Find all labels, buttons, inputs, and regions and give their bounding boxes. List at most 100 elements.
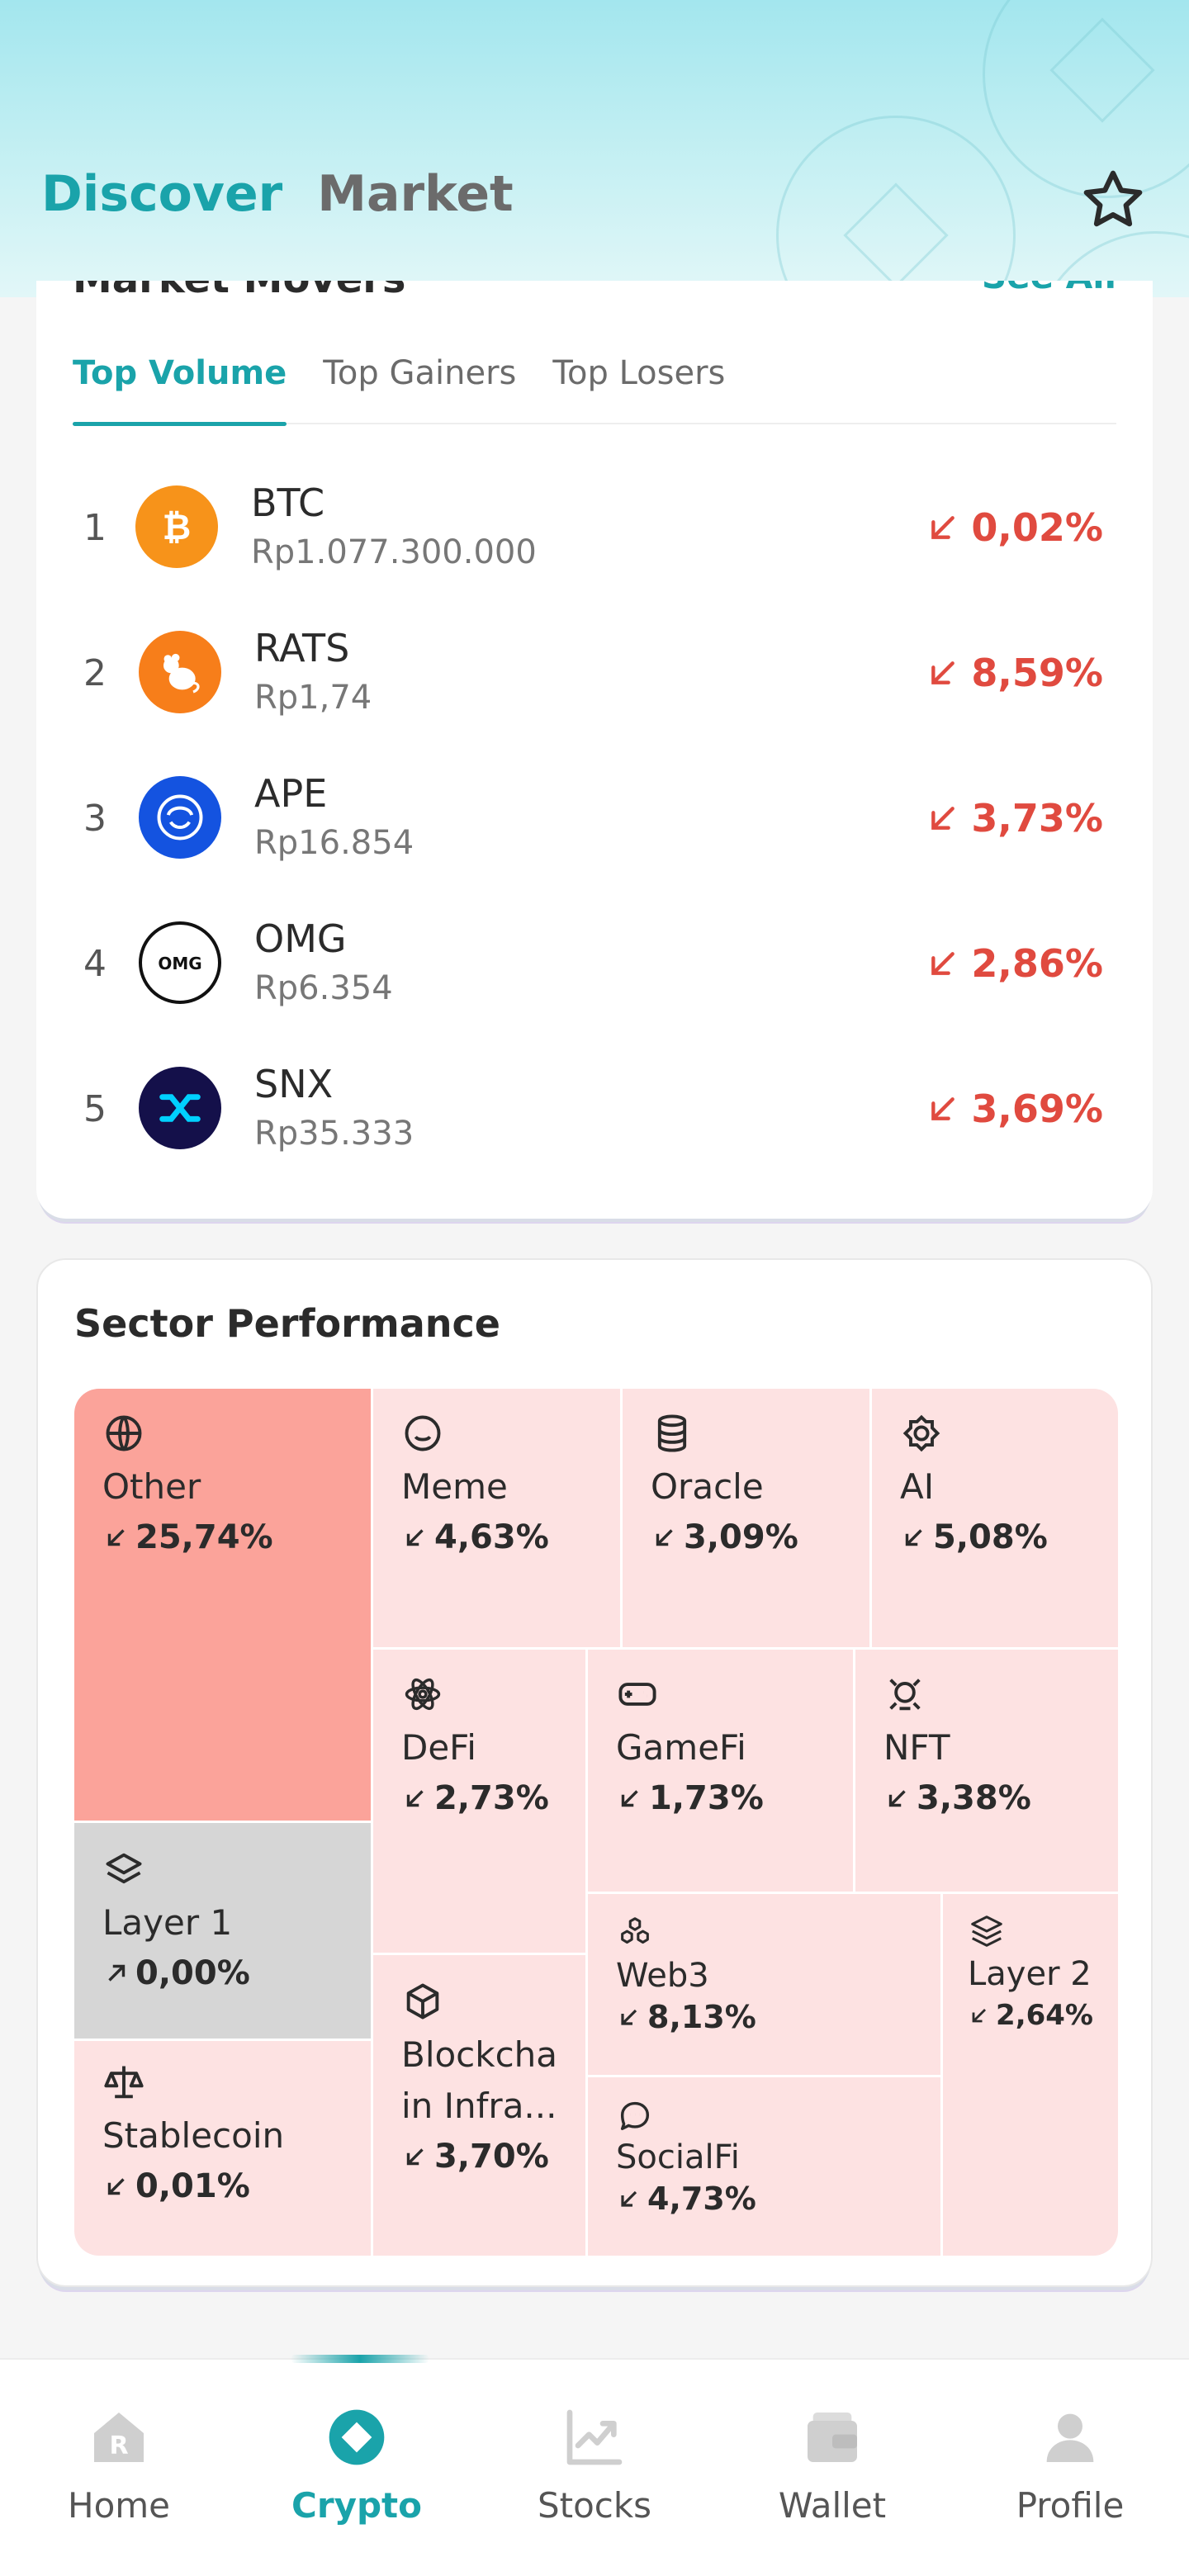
- sector-tile-other[interactable]: Other 25,74%: [74, 1389, 373, 1823]
- sector-tile-blockchain-infra[interactable]: Blockchain Infra... 3,70%: [373, 1955, 588, 2256]
- tab-top-gainers[interactable]: Top Gainers: [323, 355, 516, 424]
- sector-name: DeFi: [401, 1727, 476, 1768]
- sector-tile-meme[interactable]: Meme 4,63%: [373, 1389, 623, 1650]
- sector-tile-defi[interactable]: DeFi 2,73%: [373, 1650, 588, 1955]
- arrow-down-left-icon: [931, 807, 955, 830]
- sector-tile-oracle[interactable]: Oracle 3,09%: [623, 1389, 872, 1650]
- chat-icon: [620, 2101, 650, 2130]
- tab-market[interactable]: Market: [317, 165, 513, 223]
- list-item[interactable]: 2 RATS Rp1,74 8,59%: [36, 609, 1153, 755]
- nft-icon: [889, 1679, 921, 1711]
- list-item[interactable]: 1 ₿ BTC Rp1.077.300.000 0,02%: [36, 464, 1153, 609]
- sector-change: 4,63%: [401, 1513, 592, 1562]
- movers-tabs: Top Volume Top Gainers Top Losers: [73, 355, 1116, 426]
- coin-price: Rp35.333: [254, 1115, 414, 1153]
- sector-tile-layer-1[interactable]: Layer 1 0,00%: [74, 1823, 373, 2041]
- see-all-link[interactable]: See All: [982, 281, 1116, 296]
- sector-name: Other: [102, 1466, 201, 1507]
- tab-top-volume[interactable]: Top Volume: [73, 355, 287, 426]
- arrow-down-left-icon: [656, 1529, 673, 1546]
- layers-stack-icon: [971, 1915, 1002, 1947]
- sector-name: NFT: [883, 1727, 950, 1768]
- sector-change: 5,08%: [900, 1513, 1090, 1562]
- sector-tile-socialfi[interactable]: SocialFi 4,73%: [588, 2077, 943, 2256]
- rank: 1: [83, 507, 107, 549]
- coin-symbol: APE: [254, 771, 328, 816]
- sector-name: GameFi: [616, 1727, 746, 1768]
- coin-symbol: OMG: [254, 916, 347, 961]
- home-icon: R: [94, 2413, 144, 2462]
- coin-price: Rp1,74: [254, 679, 372, 717]
- tab-top-losers[interactable]: Top Losers: [552, 355, 725, 424]
- coin-change: 2,86%: [926, 941, 1103, 986]
- sector-tile-stablecoin[interactable]: Stablecoin 0,01%: [74, 2041, 373, 2256]
- omg-icon: OMG: [139, 921, 221, 1004]
- ape-icon: [139, 776, 221, 859]
- hexagon-icon: [406, 1983, 439, 2020]
- cubes-icon: [621, 1917, 649, 1944]
- sector-change: 2,64%: [968, 1995, 1093, 2036]
- change-value: 8,59%: [971, 651, 1103, 695]
- sector-tile-gamefi[interactable]: GameFi 1,73%: [588, 1650, 855, 1894]
- rank: 3: [83, 798, 107, 840]
- market-movers-card: Market Movers See All Top Volume Top Gai…: [36, 281, 1153, 1219]
- nav-profile[interactable]: Profile: [951, 2360, 1189, 2576]
- rank: 2: [83, 652, 107, 694]
- arrow-down-left-icon: [621, 2190, 637, 2207]
- sector-name: AI: [900, 1466, 935, 1507]
- tab-discover[interactable]: Discover: [41, 165, 282, 223]
- sector-performance-card: Sector Performance Other 25,74% Meme 4,6…: [36, 1258, 1153, 2287]
- sector-name: Blockchain Infra...: [401, 2034, 558, 2126]
- coin-change: 0,02%: [926, 505, 1103, 550]
- coin-price: Rp16.854: [254, 824, 414, 862]
- sector-tile-ai[interactable]: AI 5,08%: [872, 1389, 1118, 1650]
- change-value: 2,86%: [971, 941, 1103, 986]
- sector-treemap: Other 25,74% Meme 4,63% Oracle 3,09% AI …: [74, 1389, 1118, 2256]
- sector-name: Stablecoin: [102, 2115, 285, 2156]
- arrow-down-left-icon: [905, 1529, 922, 1546]
- chart-icon: [566, 2409, 623, 2465]
- sector-name: Web3: [616, 1957, 709, 1995]
- sector-name: Oracle: [651, 1466, 764, 1507]
- change-value: 3,69%: [971, 1087, 1103, 1131]
- list-item[interactable]: 5 SNX Rp35.333 3,69%: [36, 1045, 1153, 1191]
- nav-crypto[interactable]: Crypto: [238, 2360, 476, 2576]
- arrow-down-left-icon: [931, 516, 955, 539]
- sector-change: 2,73%: [401, 1773, 557, 1823]
- market-movers-title: Market Movers: [73, 281, 406, 302]
- list-item[interactable]: 3 APE Rp16.854 3,73%: [36, 755, 1153, 900]
- arrow-down-left-icon: [621, 2009, 637, 2025]
- sector-name: Meme: [401, 1466, 508, 1507]
- svg-text:OMG: OMG: [158, 954, 201, 973]
- nav-wallet[interactable]: Wallet: [713, 2360, 951, 2576]
- ai-chip-icon: [902, 1414, 940, 1452]
- sector-change: 0,00%: [102, 1949, 343, 1998]
- arrow-down-left-icon: [406, 1529, 424, 1546]
- nav-home[interactable]: R Home: [0, 2360, 238, 2576]
- sector-tile-nft[interactable]: NFT 3,38%: [855, 1650, 1118, 1894]
- arrow-down-left-icon: [621, 1790, 638, 1807]
- star-icon[interactable]: [1078, 165, 1148, 234]
- arrow-down-left-icon: [931, 661, 955, 684]
- arrow-down-left-icon: [931, 952, 955, 975]
- sector-change: 4,73%: [616, 2178, 912, 2219]
- sector-tile-web3[interactable]: Web3 8,13%: [588, 1894, 943, 2077]
- sector-change: 1,73%: [616, 1773, 825, 1823]
- arrow-down-left-icon: [107, 1529, 125, 1546]
- smile-icon: [405, 1415, 441, 1451]
- btc-icon: ₿: [135, 485, 218, 568]
- sector-change: 3,70%: [401, 2132, 557, 2181]
- coin-symbol: BTC: [251, 481, 325, 525]
- coin-price: Rp6.354: [254, 969, 393, 1007]
- wallet-icon: [808, 2413, 857, 2462]
- nav-stocks[interactable]: Stocks: [476, 2360, 713, 2576]
- crypto-icon: [329, 2409, 385, 2465]
- profile-icon: [1046, 2413, 1094, 2462]
- sector-change: 3,09%: [651, 1513, 841, 1562]
- sector-change: 3,38%: [883, 1773, 1090, 1823]
- sector-tile-layer-2[interactable]: Layer 2 2,64%: [943, 1894, 1118, 2256]
- arrow-down-left-icon: [972, 2009, 987, 2023]
- list-item[interactable]: 4 OMG OMG Rp6.354 2,86%: [36, 900, 1153, 1045]
- coin-symbol: RATS: [254, 626, 350, 670]
- rank: 4: [83, 943, 107, 985]
